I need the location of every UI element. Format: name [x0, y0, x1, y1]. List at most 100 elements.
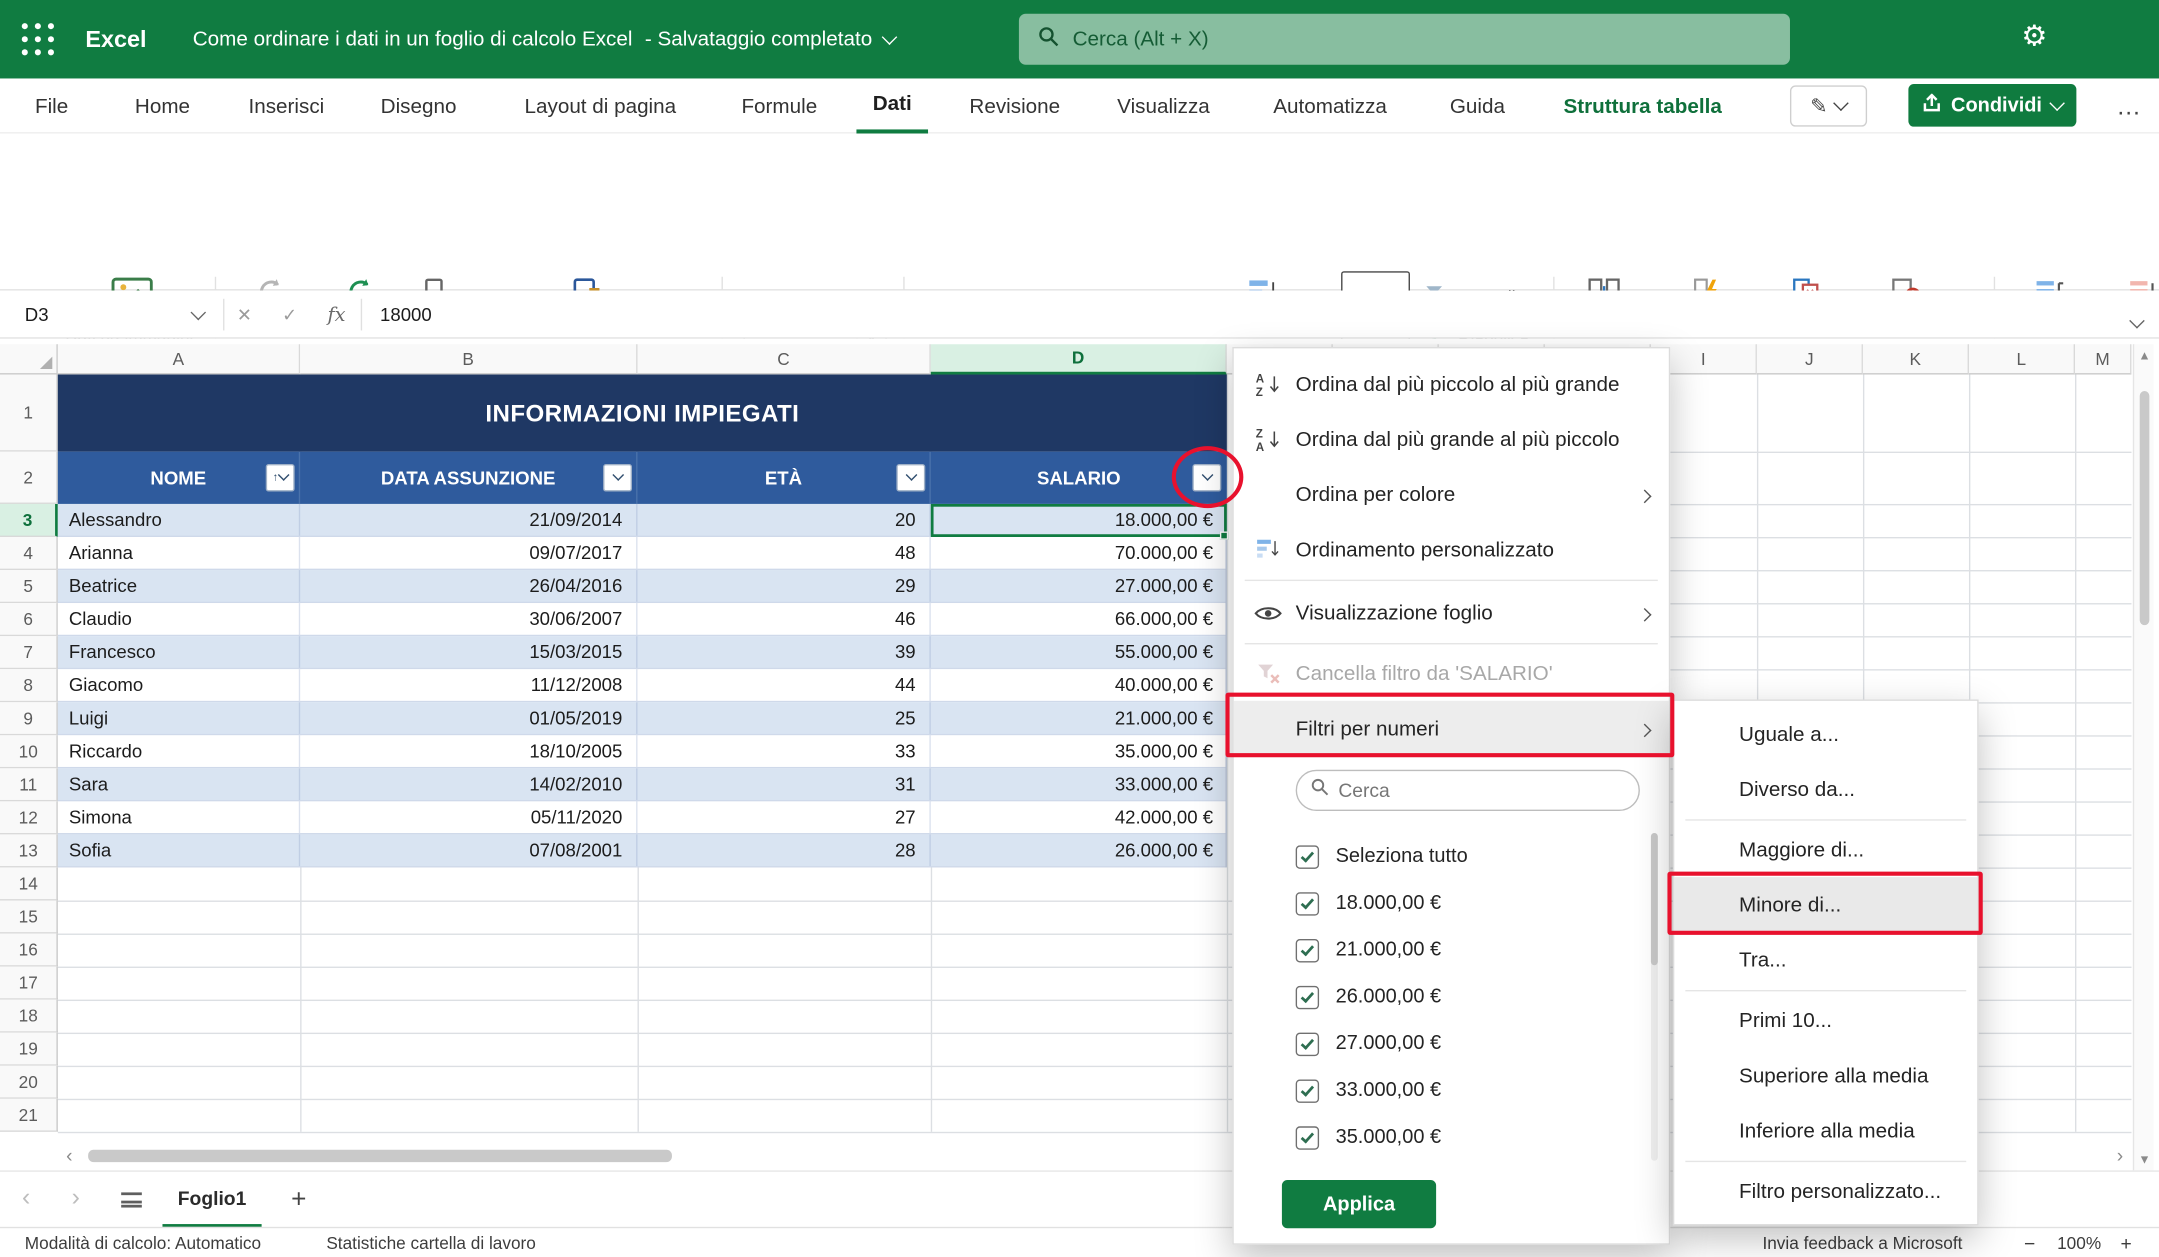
filter-value[interactable]: 26.000,00 €	[1296, 973, 1441, 1020]
row-header-20[interactable]: 20	[0, 1066, 58, 1099]
cell-name[interactable]: Beatrice	[58, 570, 300, 602]
filter-dropdown-data[interactable]	[603, 464, 632, 492]
cell-age[interactable]: 44	[638, 669, 931, 701]
row-header-4[interactable]: 4	[0, 537, 58, 570]
table-row[interactable]: Riccardo18/10/20053335.000,00 €	[58, 735, 1226, 768]
row-header-8[interactable]: 8	[0, 669, 58, 702]
tab-revisione[interactable]: Revisione	[958, 78, 1071, 133]
cell-salary[interactable]: 70.000,00 €	[931, 537, 1227, 569]
row-header-1[interactable]: 1	[0, 375, 58, 452]
prev-sheet-icon[interactable]: ‹	[22, 1183, 30, 1212]
row-header-21[interactable]: 21	[0, 1099, 58, 1132]
vertical-scrollbar[interactable]: ▲ ▼	[2133, 344, 2154, 1170]
checkbox-checked-icon[interactable]	[1296, 1079, 1319, 1102]
filter-value[interactable]: 27.000,00 €	[1296, 1020, 1441, 1067]
row-header-13[interactable]: 13	[0, 834, 58, 867]
column-header-k[interactable]: K	[1863, 344, 1969, 374]
next-sheet-icon[interactable]: ›	[72, 1183, 80, 1212]
row-header-11[interactable]: 11	[0, 768, 58, 801]
filter-value[interactable]: 35.000,00 €	[1296, 1114, 1441, 1161]
tab-disegno[interactable]: Disegno	[369, 78, 468, 133]
sheet-list-icon[interactable]	[121, 1192, 142, 1207]
table-row[interactable]: Claudio30/06/20074666.000,00 €	[58, 603, 1226, 636]
header-eta[interactable]: ETÀ	[638, 452, 931, 504]
app-name[interactable]: Excel	[85, 0, 146, 78]
filter-search-input[interactable]	[1338, 779, 1600, 801]
scroll-up-icon[interactable]: ▲	[2138, 348, 2150, 362]
gear-icon[interactable]: ⚙	[2021, 19, 2047, 53]
cell-name[interactable]: Simona	[58, 801, 300, 833]
cell-age[interactable]: 31	[638, 768, 931, 800]
row-header-16[interactable]: 16	[0, 934, 58, 967]
column-header-a[interactable]: A	[58, 344, 300, 374]
checkbox-checked-icon[interactable]	[1296, 845, 1319, 868]
cell-age[interactable]: 48	[638, 537, 931, 569]
tab-struttura-tabella[interactable]: Struttura tabella	[1550, 78, 1735, 133]
menu-sort-largest[interactable]: ZA Ordina dal più grande al più piccolo	[1234, 412, 1669, 467]
pen-mode-button[interactable]: ✎	[1790, 85, 1867, 126]
cell-salary[interactable]: 33.000,00 €	[931, 768, 1227, 800]
calc-mode-status[interactable]: Modalità di calcolo: Automatico	[25, 1228, 261, 1257]
column-header-b[interactable]: B	[300, 344, 637, 374]
scroll-down-icon[interactable]: ▼	[2138, 1152, 2150, 1166]
cell-salary[interactable]: 40.000,00 €	[931, 669, 1227, 701]
scroll-left-icon[interactable]: ‹	[66, 1144, 72, 1166]
cell-salary[interactable]: 66.000,00 €	[931, 603, 1227, 635]
table-row[interactable]: Giacomo11/12/20084440.000,00 €	[58, 669, 1226, 702]
table-title[interactable]: INFORMAZIONI IMPIEGATI	[58, 375, 1227, 452]
cell-age[interactable]: 25	[638, 702, 931, 734]
add-sheet-button[interactable]: +	[278, 1172, 319, 1228]
submenu-between[interactable]: Tra...	[1674, 932, 1977, 987]
table-row[interactable]: Beatrice26/04/20162927.000,00 €	[58, 570, 1226, 603]
row-header-10[interactable]: 10	[0, 735, 58, 768]
row-header-9[interactable]: 9	[0, 702, 58, 735]
name-box[interactable]: D3	[11, 296, 218, 333]
app-launcher-icon[interactable]	[19, 21, 56, 65]
submenu-greater-than[interactable]: Maggiore di...	[1674, 822, 1977, 877]
table-row[interactable]: Sara14/02/20103133.000,00 €	[58, 768, 1226, 801]
apply-button[interactable]: Applica	[1282, 1180, 1436, 1228]
cell-name[interactable]: Claudio	[58, 603, 300, 635]
cell-salary[interactable]: 27.000,00 €	[931, 570, 1227, 602]
table-row[interactable]: Francesco15/03/20153955.000,00 €	[58, 636, 1226, 669]
menu-custom-sort[interactable]: Ordinamento personalizzato	[1234, 522, 1669, 577]
filter-dropdown-nome[interactable]: ↑	[266, 464, 295, 492]
zoom-in-button[interactable]: +	[2120, 1228, 2131, 1257]
filter-value[interactable]: 33.000,00 €	[1296, 1067, 1441, 1114]
vertical-scrollbar-thumb[interactable]	[2139, 391, 2149, 625]
table-row[interactable]: Arianna09/07/20174870.000,00 €	[58, 537, 1226, 570]
cell-salary[interactable]: 55.000,00 €	[931, 636, 1227, 668]
menu-number-filters[interactable]: Filtri per numeri	[1234, 701, 1669, 756]
cell-date[interactable]: 01/05/2019	[300, 702, 637, 734]
filter-value[interactable]: 18.000,00 €	[1296, 880, 1441, 927]
submenu-top-10[interactable]: Primi 10...	[1674, 993, 1977, 1048]
row-header-19[interactable]: 19	[0, 1033, 58, 1066]
submenu-below-average[interactable]: Inferiore alla media	[1674, 1103, 1977, 1158]
row-header-6[interactable]: 6	[0, 603, 58, 636]
cell-salary[interactable]: 35.000,00 €	[931, 735, 1227, 767]
zoom-out-button[interactable]: −	[2024, 1228, 2035, 1257]
cell-date[interactable]: 14/02/2010	[300, 768, 637, 800]
formula-content[interactable]: 18000	[380, 291, 432, 339]
cell-name[interactable]: Riccardo	[58, 735, 300, 767]
insert-function-icon[interactable]: fx	[327, 304, 345, 326]
row-header-5[interactable]: 5	[0, 570, 58, 603]
table-row[interactable]: Simona05/11/20202742.000,00 €	[58, 801, 1226, 834]
more-commands-button[interactable]: …	[2109, 88, 2148, 124]
horizontal-scrollbar-thumb[interactable]	[88, 1150, 672, 1162]
cell-age[interactable]: 29	[638, 570, 931, 602]
column-header-l[interactable]: L	[1969, 344, 2075, 374]
table-row[interactable]: Luigi01/05/20192521.000,00 €	[58, 702, 1226, 735]
cell-age[interactable]: 27	[638, 801, 931, 833]
expand-formula-bar-icon[interactable]	[2131, 308, 2142, 333]
submenu-not-equals[interactable]: Diverso da...	[1674, 761, 1977, 816]
filter-list-scrollbar[interactable]	[1651, 833, 1658, 1161]
feedback-link[interactable]: Invia feedback a Microsoft	[1762, 1228, 1962, 1257]
column-header-c[interactable]: C	[638, 344, 931, 374]
cell-name[interactable]: Giacomo	[58, 669, 300, 701]
row-header-2[interactable]: 2	[0, 452, 58, 504]
filter-search[interactable]	[1296, 770, 1640, 811]
cell-age[interactable]: 33	[638, 735, 931, 767]
row-header-12[interactable]: 12	[0, 801, 58, 834]
checkbox-checked-icon[interactable]	[1296, 892, 1319, 915]
